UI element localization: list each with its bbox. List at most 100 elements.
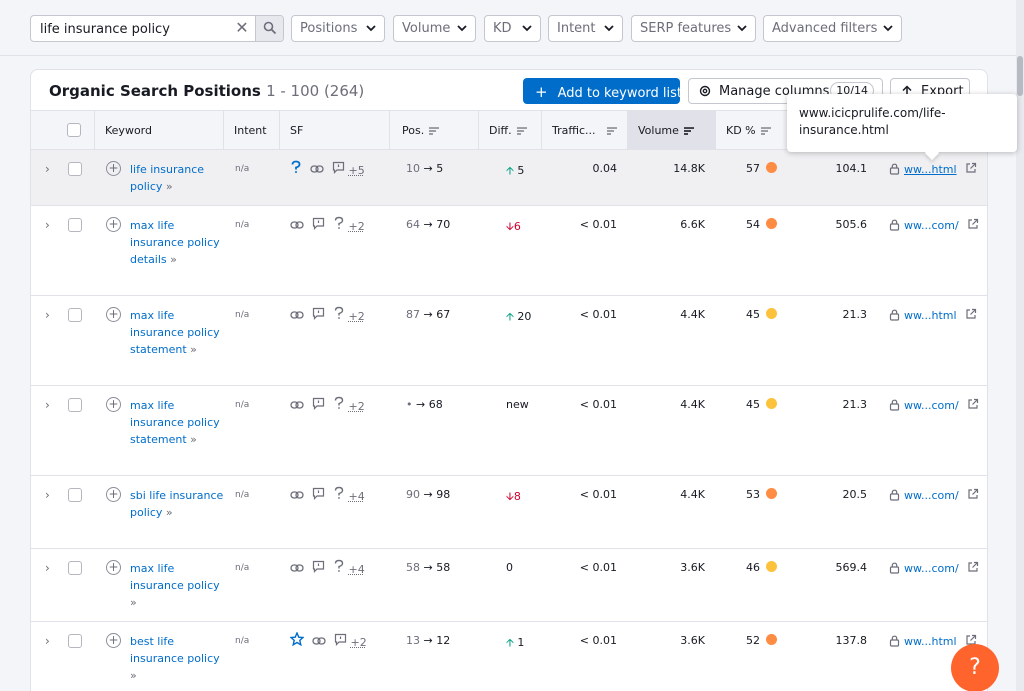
table-row[interactable]: › + max life insurance policy statement » n… <box>31 296 987 386</box>
volume-filter[interactable]: Volume <box>393 15 476 42</box>
column-diff[interactable]: Diff. <box>479 111 542 150</box>
positions-filter[interactable]: Positions <box>291 15 385 42</box>
url-link[interactable]: ww...com/ <box>904 562 959 575</box>
table-row[interactable]: › + sbi life insurance policy » n/a +4 90 → … <box>31 476 987 549</box>
external-link-icon[interactable] <box>965 308 977 320</box>
intent-filter[interactable]: Intent <box>548 15 623 42</box>
serp-more-link[interactable]: +2 <box>351 636 367 649</box>
add-keyword-icon[interactable]: + <box>106 397 121 412</box>
serp-link-icon[interactable]: » <box>130 596 137 609</box>
sort-icon[interactable] <box>760 126 772 136</box>
sort-icon[interactable] <box>428 126 440 136</box>
column-sf[interactable]: SF <box>280 111 390 150</box>
keyword-link[interactable]: life insurance policy » <box>130 161 225 195</box>
expand-chevron-icon[interactable]: › <box>45 398 50 412</box>
volume-value: 4.4K <box>680 308 705 321</box>
help-button[interactable]: ? <box>951 644 999 691</box>
scrollbar-thumb[interactable] <box>1017 56 1023 96</box>
sort-desc-icon[interactable] <box>683 126 695 136</box>
external-link-icon[interactable] <box>967 398 979 410</box>
url-link[interactable]: ww...html <box>904 309 957 322</box>
table-row[interactable]: › + max life insurance policy details » n/a… <box>31 206 987 296</box>
serp-link-icon[interactable]: » <box>190 343 197 356</box>
serp-link-icon[interactable]: » <box>166 506 173 519</box>
serp-link-icon[interactable]: » <box>166 180 173 193</box>
url-link[interactable]: ww...html <box>904 163 957 176</box>
keyword-link[interactable]: max life insurance policy » <box>130 560 225 611</box>
row-checkbox[interactable] <box>68 634 82 648</box>
serp-link-icon[interactable]: » <box>190 433 197 446</box>
add-keyword-icon[interactable]: + <box>106 560 121 575</box>
expand-chevron-icon[interactable]: › <box>45 308 50 322</box>
add-keyword-icon[interactable]: + <box>106 307 121 322</box>
advanced-filters[interactable]: Advanced filters <box>763 15 902 42</box>
sort-icon[interactable] <box>606 126 618 136</box>
serp-more-link[interactable]: +5 <box>349 164 365 177</box>
keyword-link[interactable]: sbi life insurance policy » <box>130 487 225 521</box>
row-checkbox[interactable] <box>68 218 82 232</box>
serp-more-link[interactable]: +4 <box>349 490 365 503</box>
search-icon <box>263 21 277 35</box>
row-checkbox[interactable] <box>68 398 82 412</box>
lock-icon <box>889 562 900 574</box>
keyword-link[interactable]: best life insurance policy » <box>130 633 225 684</box>
keyword-link[interactable]: max life insurance policy statement » <box>130 397 225 448</box>
expand-chevron-icon[interactable]: › <box>45 488 50 502</box>
volume-value: 14.8K <box>673 162 705 175</box>
serp-link-icon[interactable]: » <box>170 253 177 266</box>
add-keyword-icon[interactable]: + <box>106 487 121 502</box>
row-checkbox[interactable] <box>68 561 82 575</box>
row-checkbox[interactable] <box>68 308 82 322</box>
column-keyword[interactable]: Keyword <box>94 111 224 150</box>
table-row[interactable]: › + max life insurance policy statement » n… <box>31 386 987 476</box>
keyword-link[interactable]: max life insurance policy statement » <box>130 307 225 358</box>
serp-more-link[interactable]: +2 <box>349 400 365 413</box>
clear-icon[interactable]: ✕ <box>233 19 251 37</box>
url-link[interactable]: ww...html <box>904 635 957 648</box>
expand-chevron-icon[interactable]: › <box>45 218 50 232</box>
column-traffic[interactable]: Traffic... <box>542 111 628 150</box>
column-pos[interactable]: Pos. <box>390 111 479 150</box>
diff-value: 🡩 5 <box>506 162 524 181</box>
expand-chevron-icon[interactable]: › <box>45 162 50 176</box>
serp-more-link[interactable]: +2 <box>349 220 365 233</box>
url-link[interactable]: ww...com/ <box>904 399 959 412</box>
serp-more-link[interactable]: +4 <box>349 563 365 576</box>
row-checkbox[interactable] <box>68 488 82 502</box>
select-all-checkbox[interactable] <box>67 123 81 137</box>
column-intent[interactable]: Intent <box>224 111 280 150</box>
serp-link-icon[interactable]: » <box>130 669 137 682</box>
search-button[interactable] <box>255 16 283 41</box>
url-link[interactable]: ww...com/ <box>904 219 959 232</box>
diff-value: 🡩 1 <box>506 634 524 653</box>
serp-more-link[interactable]: +2 <box>349 310 365 323</box>
search-input[interactable]: life insurance policy ✕ <box>30 15 284 42</box>
expand-chevron-icon[interactable]: › <box>45 634 50 648</box>
sort-icon[interactable] <box>516 126 528 136</box>
table-row[interactable]: › + best life insurance policy » n/a +2 13 →… <box>31 622 987 691</box>
row-checkbox[interactable] <box>68 162 82 176</box>
lock-icon <box>889 399 900 411</box>
traffic-value: < 0.01 <box>579 488 617 501</box>
page-scrollbar[interactable] <box>1016 0 1024 691</box>
link-icon <box>290 221 304 229</box>
external-link-icon[interactable] <box>967 561 979 573</box>
external-link-icon[interactable] <box>965 162 977 174</box>
search-value[interactable]: life insurance policy <box>40 22 170 37</box>
serp-features-filter[interactable]: SERP features <box>631 15 756 42</box>
table-row[interactable]: › + life insurance policy » n/a +5 10 → 5 🡩 5… <box>31 150 987 206</box>
table-row[interactable]: › + max life insurance policy » n/a +4 58 → … <box>31 549 987 622</box>
keyword-link[interactable]: max life insurance policy details » <box>130 217 225 268</box>
add-keyword-icon[interactable]: + <box>106 161 121 176</box>
url-link[interactable]: ww...com/ <box>904 489 959 502</box>
question-icon <box>291 160 301 173</box>
column-volume[interactable]: Volume <box>628 111 716 150</box>
kd-filter[interactable]: KD <box>484 15 541 42</box>
add-to-keyword-list-button[interactable]: + Add to keyword list <box>523 78 682 104</box>
cpc-value: 137.8 <box>835 634 868 647</box>
external-link-icon[interactable] <box>967 488 979 500</box>
add-keyword-icon[interactable]: + <box>106 217 121 232</box>
external-link-icon[interactable] <box>967 218 979 230</box>
add-keyword-icon[interactable]: + <box>106 633 121 648</box>
expand-chevron-icon[interactable]: › <box>45 561 50 575</box>
